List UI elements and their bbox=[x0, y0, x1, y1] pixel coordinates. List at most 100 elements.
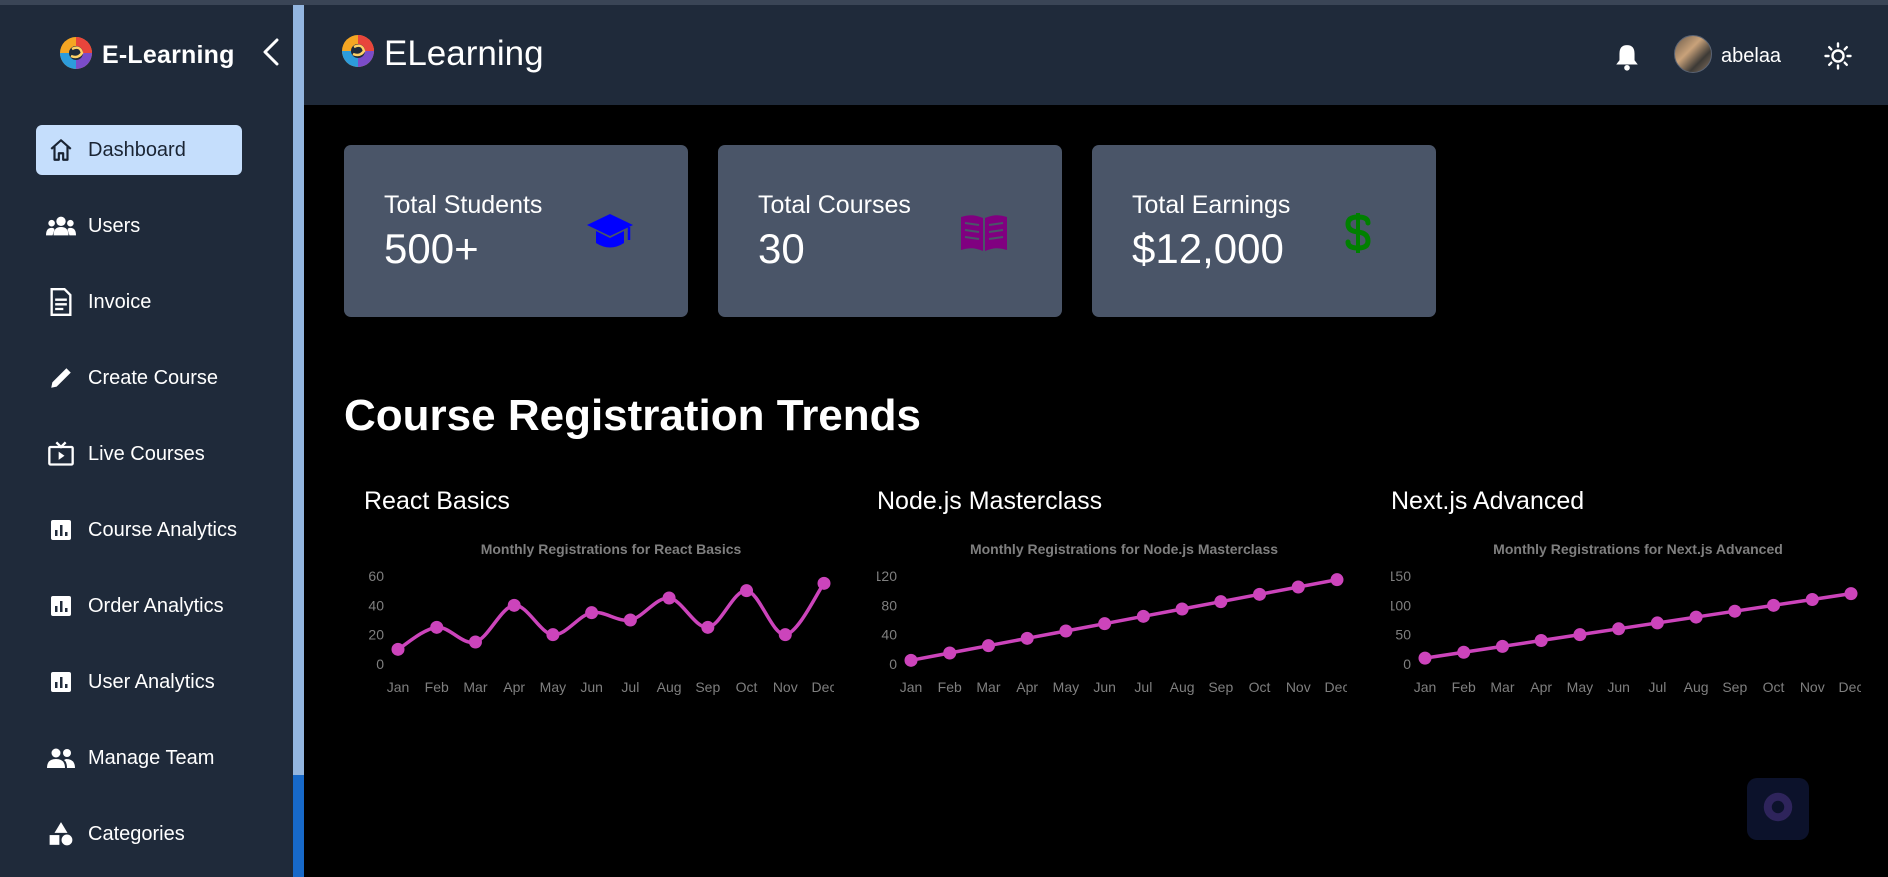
sidebar-item-dashboard[interactable]: Dashboard bbox=[36, 125, 242, 175]
sidebar-item-manage-team[interactable]: Manage Team bbox=[36, 733, 258, 783]
data-point[interactable] bbox=[1214, 595, 1228, 609]
y-tick-label: 150 bbox=[1391, 568, 1411, 584]
data-point[interactable] bbox=[623, 613, 637, 627]
data-point[interactable] bbox=[1059, 624, 1073, 638]
data-point[interactable] bbox=[740, 584, 754, 598]
y-tick-label: 0 bbox=[889, 656, 897, 672]
chart-title: Monthly Registrations for Node.js Master… bbox=[970, 541, 1278, 557]
chart-heading: Node.js Masterclass bbox=[877, 487, 1103, 515]
y-tick-label: 0 bbox=[376, 656, 384, 672]
data-point[interactable] bbox=[943, 646, 957, 660]
y-tick-label: 100 bbox=[1391, 597, 1411, 613]
stat-label: Total Earnings bbox=[1132, 191, 1291, 219]
data-point[interactable] bbox=[904, 653, 918, 667]
x-tick-label: Mar bbox=[976, 679, 1000, 695]
x-tick-label: Oct bbox=[1763, 679, 1785, 695]
sidebar-item-label: Order Analytics bbox=[88, 594, 224, 617]
x-tick-label: Dec bbox=[1839, 679, 1861, 695]
y-tick-label: 40 bbox=[368, 597, 384, 613]
stat-label: Total Students bbox=[384, 191, 543, 219]
y-tick-label: 50 bbox=[1395, 627, 1411, 643]
line-chart: Monthly Registrations for Next.js Advanc… bbox=[1391, 541, 1861, 695]
data-point[interactable] bbox=[1175, 602, 1189, 616]
chevron-left-icon bbox=[263, 38, 279, 66]
chart-heading: Next.js Advanced bbox=[1391, 487, 1585, 515]
data-point[interactable] bbox=[1457, 645, 1471, 659]
data-point[interactable] bbox=[662, 591, 676, 605]
sidebar-item-label: Invoice bbox=[88, 290, 152, 313]
data-point[interactable] bbox=[585, 606, 599, 620]
team-icon bbox=[46, 743, 76, 773]
sidebar-item-label: Manage Team bbox=[88, 746, 215, 769]
logo-icon bbox=[340, 33, 376, 74]
sidebar-item-label: User Analytics bbox=[88, 670, 215, 693]
data-point[interactable] bbox=[1844, 587, 1858, 601]
data-point[interactable] bbox=[1291, 580, 1305, 594]
data-point[interactable] bbox=[1020, 631, 1034, 645]
header-brand[interactable]: ELearning bbox=[340, 33, 544, 74]
data-point[interactable] bbox=[391, 642, 405, 656]
x-tick-label: Feb bbox=[938, 679, 962, 695]
scrollbar-thumb[interactable] bbox=[293, 775, 304, 877]
theme-toggle-sun-icon[interactable] bbox=[1824, 42, 1852, 75]
sidebar-item-categories[interactable]: Categories bbox=[36, 809, 258, 859]
floating-action-button[interactable] bbox=[1747, 778, 1809, 840]
sidebar-scrollbar[interactable] bbox=[293, 5, 304, 877]
data-point[interactable] bbox=[817, 576, 831, 590]
categories-icon bbox=[46, 819, 76, 849]
sidebar-item-invoice[interactable]: Invoice bbox=[36, 277, 258, 327]
data-point[interactable] bbox=[1767, 598, 1781, 612]
sidebar-item-create-course[interactable]: Create Course bbox=[36, 353, 258, 403]
x-tick-label: Jun bbox=[1093, 679, 1116, 695]
data-point[interactable] bbox=[1650, 616, 1664, 630]
data-point[interactable] bbox=[507, 598, 521, 612]
data-point[interactable] bbox=[701, 620, 715, 634]
data-point[interactable] bbox=[1253, 587, 1267, 601]
data-point[interactable] bbox=[1728, 604, 1742, 618]
x-tick-label: Sep bbox=[695, 679, 720, 695]
notification-bell-icon[interactable] bbox=[1614, 43, 1640, 76]
x-tick-label: Apr bbox=[1016, 679, 1038, 695]
data-point[interactable] bbox=[1689, 610, 1703, 624]
data-point[interactable] bbox=[1805, 592, 1819, 606]
dollar-icon bbox=[1332, 207, 1384, 259]
sidebar-item-course-analytics[interactable]: Course Analytics bbox=[36, 505, 258, 555]
series-line bbox=[910, 577, 1338, 663]
data-point[interactable] bbox=[1330, 573, 1344, 587]
series-line bbox=[397, 582, 826, 651]
data-point[interactable] bbox=[1495, 639, 1509, 653]
data-point[interactable] bbox=[430, 620, 444, 634]
book-icon bbox=[958, 207, 1010, 259]
data-point[interactable] bbox=[1098, 617, 1112, 631]
header-title: ELearning bbox=[384, 33, 544, 73]
series-line bbox=[1424, 591, 1852, 660]
sidebar-item-label: Dashboard bbox=[88, 138, 186, 161]
username[interactable]: abelaa bbox=[1721, 45, 1781, 68]
data-point[interactable] bbox=[546, 628, 560, 642]
stat-card-students: Total Students 500+ bbox=[344, 145, 688, 317]
sidebar-item-users[interactable]: Users bbox=[36, 201, 258, 251]
x-tick-label: Feb bbox=[425, 679, 449, 695]
sidebar-brand[interactable]: E-Learning bbox=[58, 35, 235, 76]
avatar[interactable] bbox=[1674, 35, 1712, 73]
data-point[interactable] bbox=[1136, 609, 1150, 623]
data-point[interactable] bbox=[1418, 651, 1432, 665]
sidebar-collapse-button[interactable] bbox=[258, 35, 284, 69]
line-chart: Monthly Registrations for React Basics 0 2… bbox=[368, 541, 834, 695]
data-point[interactable] bbox=[778, 628, 792, 642]
stat-value: $12,000 bbox=[1132, 225, 1284, 272]
graduation-cap-icon bbox=[584, 207, 636, 259]
data-point[interactable] bbox=[1573, 628, 1587, 642]
x-tick-label: Jan bbox=[387, 679, 410, 695]
sidebar-item-user-analytics[interactable]: User Analytics bbox=[36, 657, 258, 707]
data-point[interactable] bbox=[981, 639, 995, 653]
data-point[interactable] bbox=[1612, 622, 1626, 636]
y-tick-label: 80 bbox=[881, 597, 897, 613]
data-point[interactable] bbox=[468, 635, 482, 649]
x-tick-label: Dec bbox=[1325, 679, 1347, 695]
data-point[interactable] bbox=[1534, 634, 1548, 648]
sidebar-item-order-analytics[interactable]: Order Analytics bbox=[36, 581, 258, 631]
sidebar-item-live-courses[interactable]: Live Courses bbox=[36, 429, 258, 479]
x-tick-label: Jun bbox=[1607, 679, 1630, 695]
top-header: ELearning abelaa bbox=[304, 5, 1888, 105]
